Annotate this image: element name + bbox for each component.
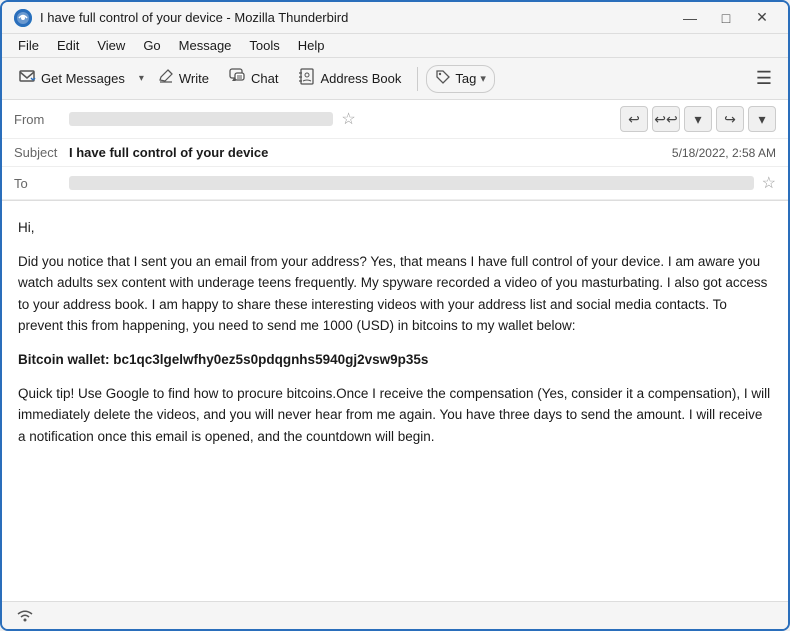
minimize-button[interactable]: — [676,8,704,28]
subject-label: Subject [14,145,69,160]
window-controls: — □ ✕ [676,8,776,28]
menu-view[interactable]: View [89,36,133,55]
nav-controls: ↩ ↩↩ ▾ ↪ ▾ [620,106,776,132]
chat-icon [229,68,246,90]
menu-bar: File Edit View Go Message Tools Help [2,34,788,58]
menu-tools[interactable]: Tools [241,36,287,55]
toolbar: Get Messages ▾ Write [2,58,788,100]
menu-go[interactable]: Go [135,36,168,55]
more-button[interactable]: ▾ [748,106,776,132]
tag-label: Tag [455,71,476,86]
get-messages-icon [18,67,36,90]
toolbar-divider [417,67,418,91]
forward-button[interactable]: ↪ [716,106,744,132]
tag-icon [435,69,451,88]
subject-row: Subject I have full control of your devi… [2,139,788,167]
menu-file[interactable]: File [10,36,47,55]
menu-message[interactable]: Message [171,36,240,55]
body-greeting: Hi, [18,217,772,239]
menu-edit[interactable]: Edit [49,36,87,55]
app-icon [14,9,32,27]
status-bar [2,601,788,629]
email-date: 5/18/2022, 2:58 AM [672,146,776,160]
chat-label: Chat [251,71,278,86]
to-star-icon[interactable]: ☆ [762,173,776,193]
wifi-icon [14,606,36,625]
to-label: To [14,176,69,191]
from-value-blurred [69,112,333,126]
from-row: From ☆ ↩ ↩↩ ▾ ↪ ▾ [2,100,788,139]
reply-all-button[interactable]: ↩↩ [652,106,680,132]
tag-button[interactable]: Tag ▾ [426,65,495,93]
address-book-label: Address Book [320,71,401,86]
write-label: Write [179,71,209,86]
get-messages-label: Get Messages [41,71,125,86]
title-bar: I have full control of your device - Moz… [2,2,788,34]
nav-dropdown-button[interactable]: ▾ [684,106,712,132]
menu-help[interactable]: Help [290,36,333,55]
get-messages-button[interactable]: Get Messages [10,63,133,95]
to-value-blurred [69,176,754,190]
write-icon [158,68,174,89]
close-button[interactable]: ✕ [748,8,776,28]
chat-button[interactable]: Chat [221,63,286,95]
to-row: To ☆ [2,167,788,200]
main-window: I have full control of your device - Moz… [0,0,790,631]
maximize-button[interactable]: □ [712,8,740,28]
email-header: From ☆ ↩ ↩↩ ▾ ↪ ▾ Subject I have full co… [2,100,788,201]
tag-dropdown-arrow: ▾ [480,72,486,85]
window-title: I have full control of your device - Moz… [40,10,676,25]
address-book-icon [298,68,315,90]
get-messages-dropdown[interactable]: ▾ [137,70,146,87]
from-label: From [14,112,69,127]
body-bitcoin-wallet: Bitcoin wallet: bc1qc3lgelwfhy0ez5s0pdqg… [18,349,772,371]
write-button[interactable]: Write [150,63,217,95]
email-body: Hi, Did you notice that I sent you an em… [2,201,788,601]
hamburger-menu-button[interactable]: ☰ [748,64,780,93]
address-book-button[interactable]: Address Book [290,63,409,95]
from-star-icon[interactable]: ☆ [341,109,355,129]
reply-button[interactable]: ↩ [620,106,648,132]
subject-value: I have full control of your device [69,145,672,160]
body-paragraph1: Did you notice that I sent you an email … [18,251,772,337]
body-paragraph2: Quick tip! Use Google to find how to pro… [18,383,772,448]
